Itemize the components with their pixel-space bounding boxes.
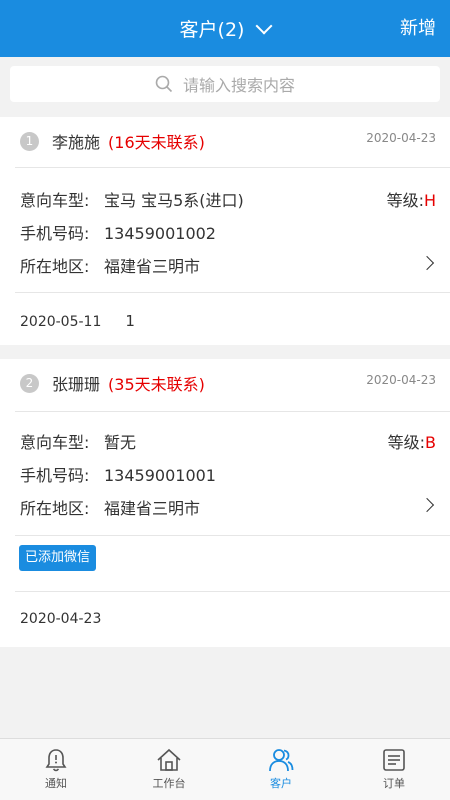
overdue-status: (35天未联系) [108, 375, 205, 394]
search-input[interactable]: 请输入搜索内容 [10, 66, 440, 102]
grade-label: 等级: [387, 433, 426, 452]
region-value: 福建省三明市 [104, 257, 201, 276]
overdue-status: (16天未联系) [108, 133, 205, 152]
index-badge: 1 [20, 132, 39, 151]
customer-card-header: 1 李施施 (16天未联系) 2020-04-23 [0, 117, 450, 167]
divider [15, 292, 450, 293]
home-icon [157, 748, 181, 771]
tab-orders[interactable]: 订单 [338, 739, 450, 800]
customer-filter-dropdown[interactable]: 客户(2) [0, 0, 450, 57]
wechat-added-tag: 已添加微信 [19, 545, 97, 571]
phone-row: 手机号码: 13459001002 [20, 220, 216, 244]
app-header: 客户(2) 新增 [0, 0, 450, 57]
tab-customers[interactable]: 客户 [225, 739, 337, 800]
tab-workbench[interactable]: 工作台 [113, 739, 225, 800]
customer-name: 张珊珊 [52, 375, 101, 394]
add-customer-button[interactable]: 新增 [400, 0, 436, 57]
tab-notifications[interactable]: 通知 [0, 739, 112, 800]
grade-row: 等级:H [387, 187, 436, 211]
followup-row: 2020-04-23 [20, 611, 101, 627]
region-value: 福建省三明市 [104, 499, 201, 518]
car-model-value: 暂无 [104, 433, 137, 452]
tab-label: 工作台 [152, 777, 186, 790]
chevron-right-icon[interactable] [419, 255, 435, 271]
followup-note: 1 [125, 312, 135, 330]
car-model-label: 意向车型: [20, 191, 90, 210]
customer-name: 李施施 [52, 133, 101, 152]
car-model-row: 意向车型: 宝马 宝马5系(进口) [20, 187, 244, 211]
customer-card[interactable]: 2 张珊珊 (35天未联系) 2020-04-23 意向车型: 暂无 等级:B 手机… [0, 359, 450, 647]
chevron-right-icon[interactable] [419, 497, 435, 513]
phone-row: 手机号码: 13459001001 [20, 462, 216, 486]
customer-card-header: 2 张珊珊 (35天未联系) 2020-04-23 [0, 359, 450, 409]
bell-icon [45, 749, 67, 772]
grade-row: 等级:B [388, 429, 436, 453]
search-icon [155, 75, 173, 93]
phone-label: 手机号码: [20, 466, 90, 485]
region-label: 所在地区: [20, 499, 90, 518]
followup-row: 2020-05-11 1 [20, 312, 135, 330]
phone-value: 13459001002 [104, 224, 216, 243]
phone-label: 手机号码: [20, 224, 90, 243]
divider [15, 591, 450, 592]
car-model-label: 意向车型: [20, 433, 90, 452]
followup-date: 2020-04-23 [20, 611, 102, 627]
grade-value: B [425, 433, 436, 452]
search-bar: 请输入搜索内容 [0, 57, 450, 113]
region-row: 所在地区: 福建省三明市 [20, 495, 200, 519]
bottom-tab-bar: 通知 工作台 客户 订单 [0, 738, 450, 800]
tab-label: 订单 [383, 777, 405, 790]
page-title: 客户(2) [179, 19, 245, 41]
index-badge: 2 [20, 374, 39, 393]
tab-label: 客户 [270, 777, 292, 790]
grade-value: H [423, 191, 436, 210]
chevron-down-icon [255, 17, 273, 34]
divider [15, 167, 450, 168]
customer-name-line: 张珊珊 (35天未联系) [52, 371, 205, 395]
created-date: 2020-04-23 [366, 373, 436, 387]
followup-date: 2020-05-11 [20, 314, 102, 330]
document-icon [383, 749, 405, 771]
phone-value: 13459001001 [104, 466, 216, 485]
customer-card[interactable]: 1 李施施 (16天未联系) 2020-04-23 意向车型: 宝马 宝马5系(进口… [0, 117, 450, 345]
region-row: 所在地区: 福建省三明市 [20, 253, 200, 277]
search-placeholder: 请输入搜索内容 [182, 76, 295, 95]
region-label: 所在地区: [20, 257, 90, 276]
grade-label: 等级: [386, 191, 424, 210]
tab-label: 通知 [45, 777, 67, 790]
car-model-value: 宝马 宝马5系(进口) [104, 191, 244, 210]
divider [15, 411, 450, 412]
customer-name-line: 李施施 (16天未联系) [52, 129, 205, 153]
people-icon [269, 749, 294, 772]
car-model-row: 意向车型: 暂无 [20, 429, 136, 453]
created-date: 2020-04-23 [366, 131, 436, 145]
divider [15, 535, 450, 536]
